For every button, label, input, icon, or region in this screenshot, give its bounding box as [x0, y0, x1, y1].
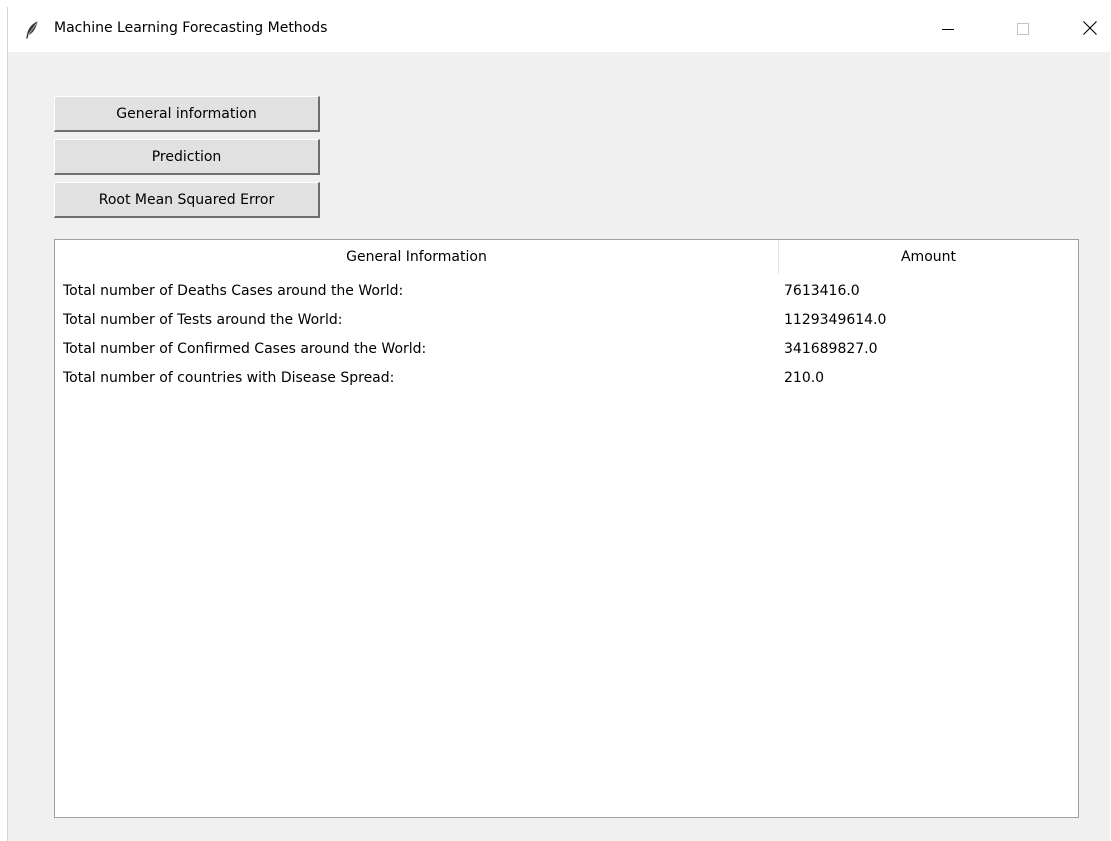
table-row[interactable]: Total number of Deaths Cases around the … — [55, 277, 1078, 306]
close-icon — [1083, 20, 1097, 39]
prediction-button[interactable]: Prediction — [54, 139, 320, 175]
general-information-button[interactable]: General information — [54, 96, 320, 132]
column-header-general-information[interactable]: General Information — [55, 240, 779, 274]
row-amount: 341689827.0 — [784, 341, 878, 357]
row-amount: 1129349614.0 — [784, 312, 887, 328]
table-row[interactable]: Total number of countries with Disease S… — [55, 364, 1078, 393]
general-info-table[interactable]: General Information Amount Total number … — [54, 239, 1079, 818]
row-label: Total number of Tests around the World: — [63, 312, 343, 328]
minimize-icon — [942, 20, 954, 39]
row-label: Total number of Deaths Cases around the … — [63, 283, 404, 299]
row-amount: 210.0 — [784, 370, 825, 386]
row-amount: 7613416.0 — [784, 283, 860, 299]
minimize-button[interactable] — [925, 7, 971, 52]
feather-icon — [25, 21, 39, 39]
title-bar[interactable]: Machine Learning Forecasting Methods — [8, 7, 1110, 52]
close-button[interactable] — [1067, 7, 1111, 52]
maximize-icon — [1017, 20, 1029, 39]
rmse-button[interactable]: Root Mean Squared Error — [54, 182, 320, 218]
table-header: General Information Amount — [55, 240, 1078, 274]
row-label: Total number of countries with Disease S… — [63, 370, 395, 386]
column-header-amount[interactable]: Amount — [779, 240, 1078, 274]
maximize-button[interactable] — [1000, 7, 1046, 52]
window-title: Machine Learning Forecasting Methods — [54, 20, 328, 36]
app-window: Machine Learning Forecasting Methods Gen… — [7, 7, 1110, 841]
row-label: Total number of Confirmed Cases around t… — [63, 341, 427, 357]
table-row[interactable]: Total number of Confirmed Cases around t… — [55, 335, 1078, 364]
table-row[interactable]: Total number of Tests around the World: … — [55, 306, 1078, 335]
